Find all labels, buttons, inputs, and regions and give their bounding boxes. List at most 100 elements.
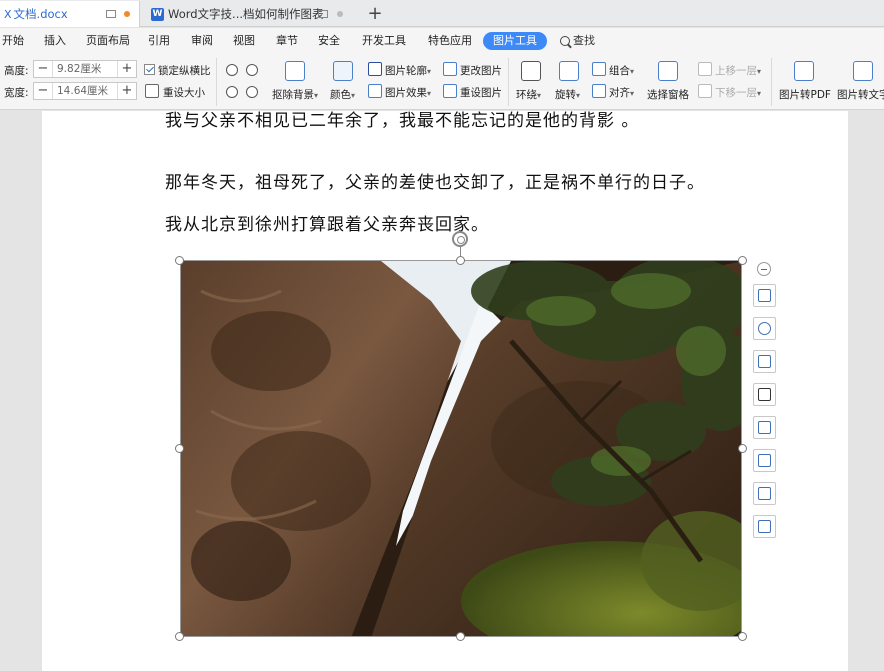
menu-view[interactable]: 视图 <box>233 32 255 50</box>
group-button[interactable]: 组合▾ <box>609 63 634 78</box>
new-tab-plus-icon[interactable]: + <box>366 3 384 24</box>
lock-ratio-label[interactable]: 锁定纵横比 <box>158 63 211 78</box>
window-icon[interactable] <box>318 10 328 18</box>
picture-to-text-side-button[interactable] <box>753 449 776 472</box>
resize-handle-bottom-right[interactable] <box>738 632 747 641</box>
resize-handle-left[interactable] <box>175 444 184 453</box>
canyon-photo <box>181 261 742 637</box>
selection-pane-button[interactable]: 选择窗格 <box>647 87 689 102</box>
menu-references[interactable]: 引用 <box>148 32 170 50</box>
width-input[interactable]: 14.64厘米 <box>52 83 118 99</box>
decrease-icon[interactable]: − <box>34 83 52 99</box>
width-label: 宽度: <box>4 85 29 100</box>
menu-security[interactable]: 安全 <box>318 32 340 50</box>
layout-options-button[interactable] <box>753 284 776 307</box>
height-label: 高度: <box>4 63 29 78</box>
change-picture-button[interactable]: 更改图片 <box>460 63 502 78</box>
picture-translate-button[interactable] <box>753 482 776 505</box>
rotate-button[interactable]: 旋转▾ <box>555 87 580 102</box>
increase-icon[interactable]: + <box>118 61 136 77</box>
remove-background-button[interactable]: 抠除背景▾ <box>272 87 318 102</box>
zoom-preview-button[interactable] <box>753 317 776 340</box>
picture-outline-label: 图片轮廓 <box>385 65 427 77</box>
ocr-icon <box>758 454 771 467</box>
group-icon <box>592 62 606 76</box>
picture-to-pdf-icon[interactable] <box>794 61 814 81</box>
height-input[interactable]: 9.82厘米 <box>52 61 118 77</box>
zoom-in-icon <box>758 322 771 335</box>
tab-word-tips[interactable]: W Word文字技...档如何制作图表 <box>141 1 351 27</box>
paragraph-3[interactable]: 我从北京到徐州打算跟着父亲奔丧回家。 <box>165 210 489 235</box>
remove-background-side-button[interactable] <box>753 350 776 373</box>
rotate-icon[interactable] <box>559 61 579 81</box>
bring-forward-button[interactable]: 上移一层▾ <box>715 63 761 78</box>
crop-icon <box>758 388 771 401</box>
picture-outline-button[interactable]: 图片轮廓▾ <box>385 63 431 78</box>
paragraph-2[interactable]: 那年冬天，祖母死了，父亲的差使也交卸了，正是祸不单行的日子。 <box>165 168 705 193</box>
menu-special-apps[interactable]: 特色应用 <box>428 32 472 50</box>
crop-button[interactable] <box>753 383 776 406</box>
picture-to-pdf-button[interactable]: 图片转PDF <box>779 87 831 102</box>
picture-effect-label: 图片效果 <box>385 87 427 99</box>
doc-icon: X <box>4 8 12 21</box>
crop-shape-icon[interactable] <box>226 64 238 76</box>
selection-pane-icon[interactable] <box>658 61 678 81</box>
selected-picture[interactable] <box>180 260 742 637</box>
search-button[interactable]: 查找 <box>560 32 595 50</box>
width-stepper[interactable]: − 14.64厘米 + <box>33 82 137 100</box>
picture-to-text-button[interactable]: 图片转文字 <box>837 87 884 102</box>
status-dot-icon <box>337 11 343 17</box>
picture-tools-ribbon: 高度: − 9.82厘米 + 宽度: − 14.64厘米 + 锁定纵横比 重设大… <box>0 54 884 110</box>
reset-picture-button[interactable]: 重设图片 <box>460 85 502 100</box>
tab-document[interactable]: X 文档.docx <box>0 1 140 27</box>
collapse-toolbar-icon[interactable] <box>757 262 771 276</box>
search-label: 查找 <box>573 32 595 50</box>
wrap-text-icon[interactable] <box>521 61 541 81</box>
tab-bar: X 文档.docx W Word文字技...档如何制作图表 + <box>0 0 884 27</box>
resize-handle-right[interactable] <box>738 444 747 453</box>
resize-handle-top[interactable] <box>456 256 465 265</box>
search-icon <box>560 36 570 46</box>
menu-section[interactable]: 章节 <box>276 32 298 50</box>
menu-picture-tools[interactable]: 图片工具 <box>483 32 547 50</box>
rotate-handle-icon[interactable] <box>452 231 468 247</box>
paragraph-1[interactable]: 我与父亲不相见已二年余了，我最不能忘记的是他的背影 。 <box>165 106 639 131</box>
menu-start[interactable]: 开始 <box>2 32 24 50</box>
align-button[interactable]: 对齐▾ <box>609 85 634 100</box>
enhance-icon <box>758 421 771 434</box>
picture-effect-button[interactable]: 图片效果▾ <box>385 85 431 100</box>
crop-ratio-icon[interactable] <box>246 64 258 76</box>
menu-page-layout[interactable]: 页面布局 <box>86 32 130 50</box>
magic-wand-icon <box>758 355 771 368</box>
divider <box>771 58 772 106</box>
resize-handle-top-right[interactable] <box>738 256 747 265</box>
picture-enhance-button[interactable] <box>753 416 776 439</box>
wrap-button[interactable]: 环绕▾ <box>516 87 541 102</box>
unsaved-dot-icon <box>124 11 130 17</box>
send-backward-label: 下移一层 <box>715 87 757 99</box>
resize-handle-bottom[interactable] <box>456 632 465 641</box>
resize-handle-top-left[interactable] <box>175 256 184 265</box>
resize-handle-bottom-left[interactable] <box>175 632 184 641</box>
window-icon[interactable] <box>106 10 116 18</box>
color-icon[interactable] <box>333 61 353 81</box>
height-stepper[interactable]: − 9.82厘米 + <box>33 60 137 78</box>
group-label: 组合 <box>609 65 630 77</box>
decrease-icon[interactable]: − <box>34 61 52 77</box>
brightness-icon[interactable] <box>226 86 238 98</box>
change-picture-icon <box>443 62 457 76</box>
menu-insert[interactable]: 插入 <box>44 32 66 50</box>
menu-developer[interactable]: 开发工具 <box>362 32 406 50</box>
increase-icon[interactable]: + <box>118 83 136 99</box>
color-button[interactable]: 颜色▾ <box>330 87 355 102</box>
divider <box>216 58 217 106</box>
picture-compress-button[interactable] <box>753 515 776 538</box>
menu-review[interactable]: 审阅 <box>191 32 213 50</box>
lock-ratio-checkbox[interactable] <box>144 64 155 75</box>
reset-size-button[interactable]: 重设大小 <box>163 85 205 100</box>
picture-to-text-icon[interactable] <box>853 61 873 81</box>
bring-forward-label: 上移一层 <box>715 65 757 77</box>
remove-background-icon[interactable] <box>285 61 305 81</box>
contrast-icon[interactable] <box>246 86 258 98</box>
send-backward-button[interactable]: 下移一层▾ <box>715 85 761 100</box>
